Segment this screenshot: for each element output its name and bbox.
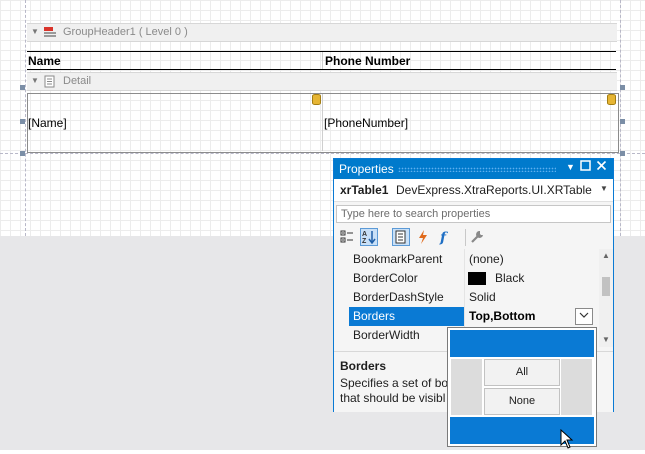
header-cell-phone[interactable]: Phone Number xyxy=(325,52,410,70)
detail-band-label: Detail xyxy=(63,75,92,87)
table-bottom-border xyxy=(27,69,616,70)
top-border-toggle[interactable] xyxy=(449,329,595,358)
properties-title: Properties xyxy=(339,162,394,176)
collapse-arrow-icon[interactable]: ▼ xyxy=(31,27,39,36)
chevron-down-icon[interactable]: ▼ xyxy=(600,184,608,193)
scroll-down-icon[interactable]: ▼ xyxy=(602,335,610,344)
right-border-toggle[interactable] xyxy=(561,359,592,415)
detail-band[interactable]: ▼ Detail xyxy=(27,72,617,91)
header-cell-name[interactable]: Name xyxy=(28,52,61,70)
object-name: xrTable1 xyxy=(340,183,389,197)
categorized-view-icon[interactable] xyxy=(338,228,356,246)
selected-table[interactable] xyxy=(27,93,619,153)
search-input[interactable] xyxy=(341,207,606,221)
property-row[interactable]: BorderDashStyle Solid xyxy=(334,288,599,307)
resize-handle[interactable] xyxy=(20,151,25,156)
property-value: Solid xyxy=(469,290,496,304)
data-binding-icon xyxy=(607,94,616,105)
band-bottom-margin-line xyxy=(0,153,645,154)
borders-dropdown-button[interactable] xyxy=(575,308,593,325)
property-row-selected[interactable]: Borders Top,Bottom xyxy=(334,307,599,326)
group-header-icon xyxy=(43,26,57,42)
expression-function-icon[interactable]: f xyxy=(436,228,454,246)
all-borders-button[interactable]: All xyxy=(484,359,560,386)
collapse-arrow-icon[interactable]: ▼ xyxy=(31,76,39,85)
drag-grip[interactable] xyxy=(398,167,556,172)
property-name: Borders xyxy=(353,309,396,323)
chevron-down-icon[interactable]: ▼ xyxy=(566,162,575,172)
property-name: BorderDashStyle xyxy=(353,290,444,304)
property-value: (none) xyxy=(469,252,504,266)
detail-band-icon xyxy=(43,75,57,91)
alphabetical-sort-icon[interactable]: A Z xyxy=(360,228,378,246)
no-borders-button[interactable]: None xyxy=(484,388,560,415)
left-margin-line xyxy=(25,0,26,236)
property-row[interactable]: BookmarkParent (none) xyxy=(334,250,599,269)
svg-text:Z: Z xyxy=(362,238,367,245)
data-cell-phone[interactable]: [PhoneNumber] xyxy=(324,116,408,130)
resize-handle[interactable] xyxy=(620,85,625,90)
description-title: Borders xyxy=(340,359,387,373)
vertical-scrollbar[interactable]: ▲ ▼ xyxy=(599,249,613,347)
properties-view-icon[interactable] xyxy=(392,228,410,246)
property-name: BorderColor xyxy=(353,271,418,285)
close-icon[interactable] xyxy=(596,160,607,174)
scroll-thumb[interactable] xyxy=(602,277,610,296)
resize-handle[interactable] xyxy=(620,151,625,156)
resize-handle[interactable] xyxy=(620,119,625,124)
header-cell-divider xyxy=(322,52,323,70)
toolbar-separator xyxy=(465,229,466,246)
object-type: DevExpress.XtraReports.UI.XRTable xyxy=(396,183,592,197)
wrench-icon[interactable] xyxy=(468,228,486,246)
scroll-up-icon[interactable]: ▲ xyxy=(602,251,610,260)
events-lightning-icon[interactable] xyxy=(414,228,432,246)
property-name: BookmarkParent xyxy=(353,252,443,266)
color-swatch xyxy=(468,272,486,285)
property-value: Black xyxy=(495,271,525,285)
property-row[interactable]: BorderColor Black xyxy=(334,269,599,288)
svg-text:A: A xyxy=(362,231,367,238)
search-field[interactable] xyxy=(336,205,611,223)
properties-title-bar[interactable]: Properties ▼ xyxy=(334,159,613,179)
group-header-band[interactable]: ▼ GroupHeader1 ( Level 0 ) xyxy=(27,23,617,42)
object-selector[interactable]: xrTable1 DevExpress.XtraReports.UI.XRTab… xyxy=(334,179,613,202)
data-cell-divider xyxy=(322,94,323,151)
group-header-label: GroupHeader1 ( Level 0 ) xyxy=(63,26,188,38)
borders-editor-popup: All None xyxy=(447,327,597,447)
data-cell-name[interactable]: [Name] xyxy=(28,116,67,130)
resize-handle[interactable] xyxy=(20,119,25,124)
resize-handle[interactable] xyxy=(20,85,25,90)
data-binding-icon xyxy=(312,94,321,105)
svg-text:f: f xyxy=(439,230,449,246)
left-border-toggle[interactable] xyxy=(451,359,482,415)
maximize-icon[interactable] xyxy=(580,160,591,174)
mouse-pointer-icon xyxy=(560,428,574,454)
right-margin-line xyxy=(620,0,621,236)
property-name: BorderWidth xyxy=(353,328,420,342)
property-value: Top,Bottom xyxy=(469,309,536,323)
